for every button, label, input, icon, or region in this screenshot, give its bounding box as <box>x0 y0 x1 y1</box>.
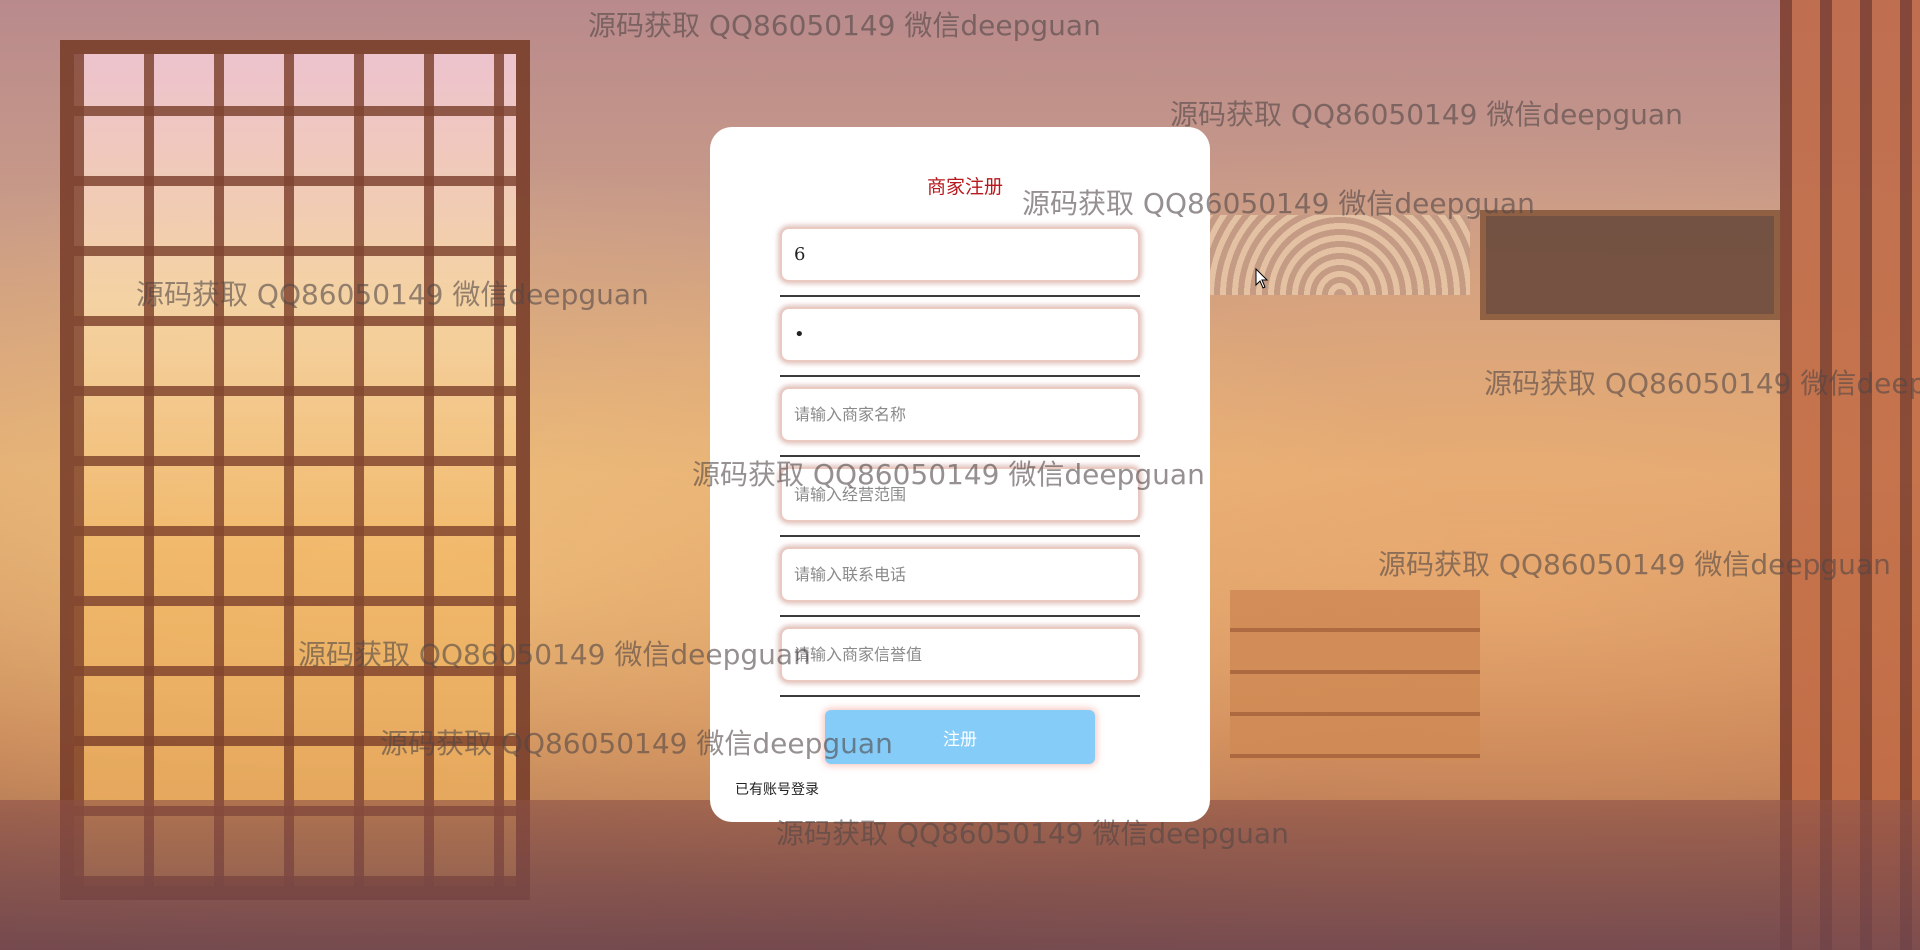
password-input[interactable] <box>780 307 1140 362</box>
business-scope-input[interactable] <box>780 467 1140 522</box>
register-title: 商家注册 <box>926 176 1003 198</box>
merchant-name-input[interactable] <box>780 387 1140 442</box>
credit-value-input[interactable] <box>780 627 1140 682</box>
account-input[interactable] <box>780 227 1140 282</box>
register-button[interactable]: 注册 <box>825 710 1095 764</box>
password-row <box>780 307 1140 377</box>
background-pattern <box>1210 215 1470 295</box>
background-shelf <box>1480 210 1780 320</box>
mouse-cursor-icon <box>1255 268 1269 289</box>
account-row <box>780 227 1140 297</box>
merchant-name-row <box>780 387 1140 457</box>
background-drawers <box>1230 590 1480 760</box>
business-scope-row <box>780 467 1140 537</box>
credit-value-row <box>780 627 1140 697</box>
page-background: 商家注册 注册 已有账号登录 源码获取 QQ86050149 微信deepgua… <box>0 0 1920 950</box>
watermark: 源码获取 QQ86050149 微信deepguan <box>588 9 1101 42</box>
register-card: 商家注册 注册 已有账号登录 <box>710 127 1210 822</box>
login-link[interactable]: 已有账号登录 <box>735 779 819 799</box>
contact-phone-input[interactable] <box>780 547 1140 602</box>
watermark: 源码获取 QQ86050149 微信deepguan <box>1170 98 1683 131</box>
background-window <box>60 40 530 900</box>
background-floor <box>0 800 1920 950</box>
contact-phone-row <box>780 547 1140 617</box>
